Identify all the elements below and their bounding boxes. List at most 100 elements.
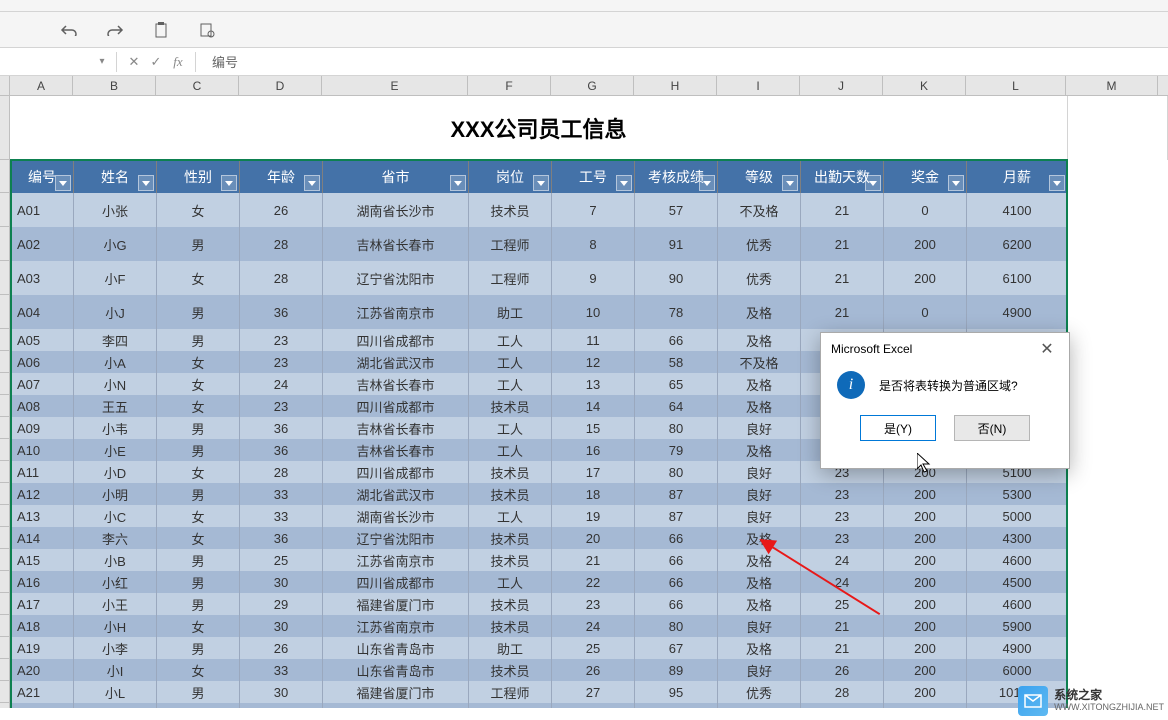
table-cell[interactable]: 技术员 (469, 593, 552, 615)
col-header-K[interactable]: K (883, 76, 966, 95)
table-cell[interactable]: 12 (552, 351, 635, 373)
table-cell[interactable]: 66 (635, 593, 718, 615)
table-cell[interactable]: 36 (240, 417, 323, 439)
table-cell[interactable]: 小B (74, 549, 157, 571)
table-cell[interactable]: 工人 (469, 351, 552, 373)
table-cell[interactable]: 女 (157, 615, 240, 637)
formula-input[interactable]: 编号 (202, 52, 1168, 71)
table-cell[interactable]: A17 (11, 593, 74, 615)
table-cell[interactable]: 女 (157, 193, 240, 227)
table-cell[interactable]: 湖南省长沙市 (323, 505, 469, 527)
table-cell[interactable]: 技术员 (469, 483, 552, 505)
table-cell[interactable]: 27 (552, 681, 635, 703)
table-cell[interactable]: 小张 (74, 193, 157, 227)
table-cell[interactable]: 200 (884, 505, 967, 527)
table-cell[interactable]: 吉林省长春市 (323, 373, 469, 395)
table-cell[interactable]: 李四 (74, 329, 157, 351)
table-cell[interactable]: 江苏省南京市 (323, 295, 469, 329)
table-cell[interactable]: 小I (74, 659, 157, 681)
table-cell[interactable]: 200 (884, 593, 967, 615)
table-cell[interactable]: 0 (884, 193, 967, 227)
undo-icon[interactable] (60, 21, 78, 39)
table-cell[interactable]: A13 (11, 505, 74, 527)
table-row[interactable]: A03小F女28辽宁省沈阳市工程师990优秀212006100 (10, 261, 1068, 295)
table-cell[interactable]: 湖北省武汉市 (323, 483, 469, 505)
table-cell[interactable]: 18 (552, 483, 635, 505)
table-cell[interactable]: 23 (552, 593, 635, 615)
table-cell[interactable]: 四川省成都市 (323, 329, 469, 351)
filter-icon[interactable] (221, 175, 237, 191)
table-cell[interactable]: 26 (801, 659, 884, 681)
header-cell-age[interactable]: 年龄 (240, 161, 323, 193)
table-cell[interactable]: 200 (884, 527, 967, 549)
table-cell[interactable]: 辽宁省沈阳市 (323, 527, 469, 549)
table-cell[interactable]: 小韦 (74, 417, 157, 439)
table-cell[interactable]: 小D (74, 461, 157, 483)
table-cell[interactable]: 95 (635, 681, 718, 703)
table-cell[interactable]: 90 (635, 261, 718, 295)
table-cell[interactable]: 15 (552, 417, 635, 439)
table-cell[interactable]: 及格 (718, 439, 801, 461)
table-cell[interactable]: 辽宁省沈阳市 (323, 261, 469, 295)
table-cell[interactable]: 33 (240, 659, 323, 681)
col-header-H[interactable]: H (634, 76, 717, 95)
table-cell[interactable]: 吉林省长春市 (323, 439, 469, 461)
table-cell[interactable]: A06 (11, 351, 74, 373)
table-cell[interactable]: 小K (74, 703, 157, 708)
table-cell[interactable]: 21 (801, 295, 884, 329)
table-cell[interactable]: 良好 (718, 417, 801, 439)
table-cell[interactable]: 工人 (469, 329, 552, 351)
table-cell[interactable]: 30 (240, 681, 323, 703)
table-cell[interactable]: 28 (240, 261, 323, 295)
table-cell[interactable]: 男 (157, 329, 240, 351)
table-cell[interactable]: 良好 (718, 659, 801, 681)
table-cell[interactable]: 湖南省长沙市 (323, 193, 469, 227)
table-cell[interactable]: 23 (801, 527, 884, 549)
no-button[interactable]: 否(N) (954, 415, 1030, 441)
table-cell[interactable]: 男 (157, 227, 240, 261)
table-cell[interactable]: 23 (801, 505, 884, 527)
table-cell[interactable]: A03 (11, 261, 74, 295)
table-cell[interactable]: 及格 (718, 571, 801, 593)
table-cell[interactable]: 22 (552, 571, 635, 593)
table-cell[interactable]: 26 (240, 193, 323, 227)
table-cell[interactable]: 良好 (718, 505, 801, 527)
table-cell[interactable]: 女 (157, 659, 240, 681)
table-cell[interactable]: A22 (11, 703, 74, 708)
table-cell[interactable]: 女 (157, 351, 240, 373)
table-cell[interactable]: 7 (552, 193, 635, 227)
col-header-A[interactable]: A (10, 76, 73, 95)
table-cell[interactable]: 67 (635, 637, 718, 659)
col-header-G[interactable]: G (551, 76, 634, 95)
table-row[interactable]: A20小I女33山东省青岛市技术员2689良好262006000 (10, 659, 1068, 681)
table-cell[interactable]: 36 (240, 295, 323, 329)
filter-icon[interactable] (304, 175, 320, 191)
table-cell[interactable]: 6200 (967, 227, 1067, 261)
filter-icon[interactable] (1049, 175, 1065, 191)
table-cell[interactable]: 技术员 (469, 527, 552, 549)
table-cell[interactable]: 33 (240, 505, 323, 527)
table-cell[interactable]: A12 (11, 483, 74, 505)
table-cell[interactable]: 小明 (74, 483, 157, 505)
filter-icon[interactable] (533, 175, 549, 191)
table-cell[interactable]: 小李 (74, 637, 157, 659)
close-icon[interactable]: ✕ (1035, 337, 1059, 361)
table-cell[interactable]: 26 (240, 637, 323, 659)
table-cell[interactable]: 57 (635, 193, 718, 227)
table-cell[interactable]: 小王 (74, 593, 157, 615)
table-cell[interactable]: 吉林省长春市 (323, 227, 469, 261)
table-cell[interactable]: 男 (157, 703, 240, 708)
table-cell[interactable]: A07 (11, 373, 74, 395)
table-cell[interactable]: 21 (801, 615, 884, 637)
table-cell[interactable]: 25 (552, 637, 635, 659)
table-cell[interactable]: A05 (11, 329, 74, 351)
table-cell[interactable]: A15 (11, 549, 74, 571)
table-cell[interactable]: 男 (157, 681, 240, 703)
paste-icon[interactable] (152, 21, 170, 39)
table-cell[interactable]: 30 (240, 571, 323, 593)
table-cell[interactable]: 5300 (967, 483, 1067, 505)
table-cell[interactable]: 30 (240, 615, 323, 637)
col-header-C[interactable]: C (156, 76, 239, 95)
table-cell[interactable]: 36 (240, 527, 323, 549)
table-cell[interactable]: 技术员 (469, 549, 552, 571)
